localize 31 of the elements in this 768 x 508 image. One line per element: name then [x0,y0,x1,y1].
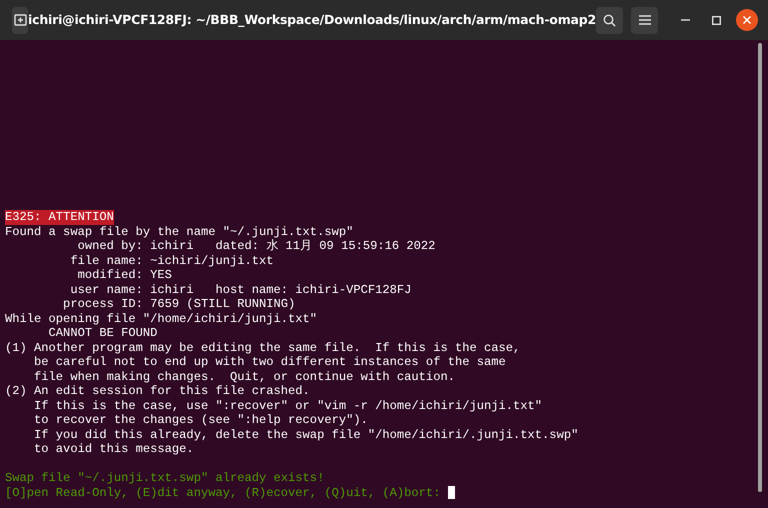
search-button[interactable] [596,6,623,34]
error-message: E325: ATTENTION [5,210,114,224]
terminal-line: (2) An edit session for this file crashed. [5,384,310,398]
menu-icon [638,15,650,25]
menu-button[interactable] [631,6,658,34]
terminal-line: While opening file "/home/ichiri/junji.txt" [5,312,318,326]
window-title: ichiri@ichiri-VPCF128FJ: ~/BBB_Workspace/Downloads/linux/arch/arm/mach-omap2 [28,12,596,27]
terminal-line: Found a swap file by the name "~/.junji.txt.swp" [5,224,354,239]
terminal-line: to recover the changes (see ":help recovery"). [33,413,368,428]
minimize-icon [680,19,690,21]
terminal-line: owned by: ichiri dated: 水 11月 09 15:59:16 2022 [76,239,436,254]
scrollbar[interactable] [758,43,762,492]
terminal-line: to avoid this message. [33,442,194,456]
terminal-line: (1) Another program may be editing the same file. If this is the case, [5,340,520,355]
terminal-line: If this is the case, use ":recover" or "vim -r /home/ichiri/junji.txt" [33,398,542,413]
terminal-line: CANNOT BE FOUND [48,326,158,340]
new-tab-icon [14,14,27,26]
search-icon [603,14,616,26]
terminal-line: user name: ichiri host name: ichiri-VPCF128FJ [69,282,412,297]
terminal-line: file name: ~ichiri/junji.txt [69,254,274,268]
terminal-line: process ID: 7659 (STILL RUNNING) [62,297,296,312]
prompt-line: [O]pen Read-Only, (E)dit anyway, (R)ecover, (Q)uit, (A)bort: [5,486,442,500]
maximize-icon [712,16,720,24]
terminal-line: modified: YES [76,268,172,282]
terminal-line: If you did this already, delete the swap file "/home/ichiri/.junji.txt.swp" [33,428,578,442]
prompt-line: Swap file "~/.junji.txt.swp" already exists! [5,471,324,486]
terminal-line: file when making changes. Quit, or continue with caution. [33,370,455,384]
new-tab-button[interactable] [12,6,28,34]
close-button[interactable] [736,9,758,31]
close-icon [743,16,751,24]
terminal-line: be careful not to end up with two different instances of the same [33,355,506,370]
